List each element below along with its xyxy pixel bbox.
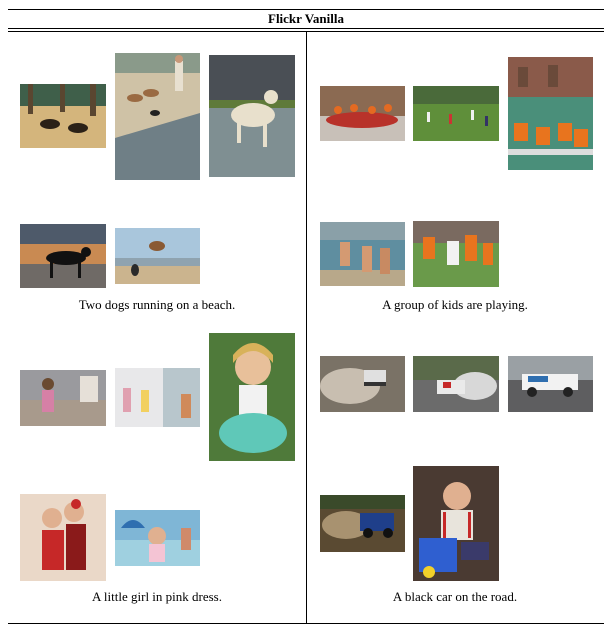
rafting-group-photo [320,86,405,141]
girl-pool-umbrella-photo [115,510,200,566]
kids-doorway-photo [115,368,200,427]
caption-car: A black car on the road. [392,589,518,604]
dogs-on-sand-photo [20,84,106,148]
top-rule [8,9,604,10]
girls-red-dress-photo [20,494,106,581]
girl-pink-outfit-photo [20,370,106,426]
dog-silhouette-sunset-photo [20,224,106,288]
laughing-girl-tutu-photo [209,333,295,461]
blue-truck-mud-photo [320,495,405,552]
figure-title: Flickr Vanilla [268,11,344,26]
caption-girl: A little girl in pink dress. [92,589,222,604]
beach-dogs-and-person-photo [115,53,200,180]
caption-kids: A group of kids are playing. [382,297,528,312]
column-divider [306,31,307,623]
rally-car-dust-photo [320,356,405,412]
title-rule-1 [8,28,604,29]
kids-field-play-photo [413,86,499,141]
white-dog-splashing-photo [209,55,295,177]
rally-car-smoke-photo [413,356,499,412]
football-players-photo [413,221,499,287]
race-car-track-photo [508,356,593,412]
boat-crew-lifejackets-photo [508,57,593,170]
caption-dogs: Two dogs running on a beach. [78,297,236,312]
kids-water-photo [320,222,405,286]
dog-jumping-beach-photo [115,228,200,284]
bottom-rule [8,623,604,624]
toddler-toy-car-photo [413,466,499,581]
